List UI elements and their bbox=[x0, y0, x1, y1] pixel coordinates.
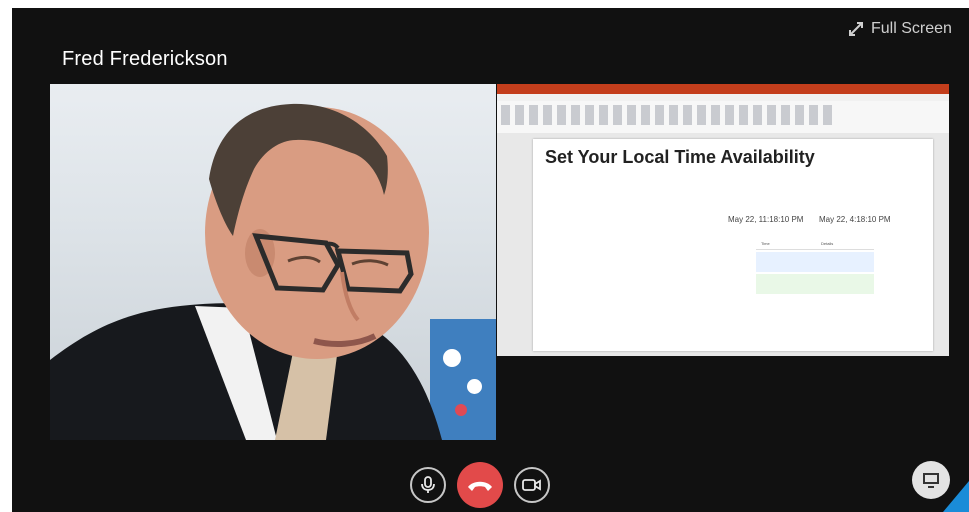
table-header-time: Time bbox=[761, 240, 770, 246]
ribbon-command-icons bbox=[501, 105, 832, 125]
participant-portrait bbox=[50, 103, 442, 440]
powerpoint-title-bar bbox=[497, 84, 949, 94]
slide-title: Set Your Local Time Availability bbox=[545, 147, 815, 167]
remote-date: May 22, 4:18:10 PM bbox=[819, 215, 891, 224]
microphone-icon bbox=[421, 476, 435, 493]
local-date: May 22, 11:18:10 PM bbox=[728, 215, 804, 224]
slide: Set Your Local Time Availability May 22,… bbox=[533, 139, 933, 351]
call-controls bbox=[410, 462, 550, 508]
table-row bbox=[756, 274, 874, 294]
camera-button[interactable] bbox=[514, 467, 550, 503]
participant-name: Fred Frederickson bbox=[62, 48, 228, 70]
hang-up-button[interactable] bbox=[457, 462, 503, 508]
microphone-button[interactable] bbox=[410, 467, 446, 503]
video-camera-icon bbox=[522, 479, 541, 491]
table-row bbox=[756, 252, 874, 272]
participant-video bbox=[50, 84, 496, 440]
full-screen-label: Full Screen bbox=[871, 20, 952, 37]
full-screen-button[interactable]: Full Screen bbox=[848, 16, 969, 42]
screen-share-button[interactable] bbox=[912, 461, 950, 499]
shared-screen: Set Your Local Time Availability May 22,… bbox=[497, 84, 949, 356]
table-header-details: Details bbox=[821, 240, 834, 246]
table-header: Time Details bbox=[756, 237, 874, 250]
hang-up-icon bbox=[468, 481, 492, 491]
powerpoint-ribbon bbox=[497, 101, 949, 134]
availability-table: Time Details bbox=[756, 237, 874, 294]
expand-arrows-icon bbox=[849, 22, 863, 36]
monitor-icon bbox=[923, 473, 939, 488]
